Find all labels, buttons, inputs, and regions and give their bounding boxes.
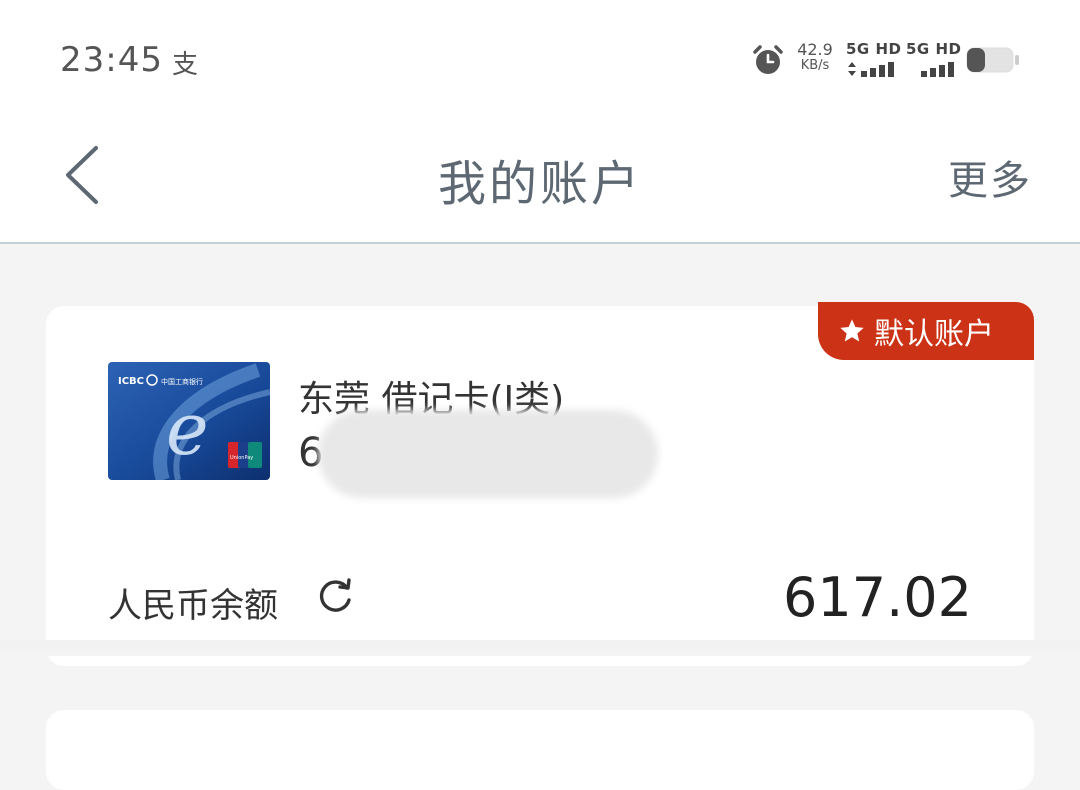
card-bank-text: 中国工商银行 [161, 377, 203, 386]
card-brand-text: ICBC [118, 376, 144, 387]
sim2-label: 5G HD [906, 40, 962, 58]
section-divider [0, 640, 1080, 656]
nav-bar: 我的账户 更多 [0, 120, 1080, 244]
sim1-label: 5G HD [846, 40, 902, 58]
net-speed-unit: KB/s [800, 58, 830, 73]
status-bar: 23:45 支 42.9 KB/s 5G HD 5G HD [0, 0, 1080, 120]
page-title: 我的账户 [437, 156, 642, 212]
star-icon [838, 317, 866, 345]
signal-icon [848, 62, 894, 77]
alipay-icon: 支 [172, 50, 199, 80]
unionpay-text: UnionPay [230, 455, 253, 461]
card-number-mask [318, 410, 658, 498]
secondary-card[interactable] [46, 710, 1034, 790]
refresh-icon[interactable] [316, 576, 356, 616]
status-time: 23:45 [60, 40, 163, 80]
default-account-label: 默认账户 [874, 317, 994, 352]
sim1-signal: 5G HD [846, 40, 902, 78]
balance-amount: 617.02 [783, 566, 972, 629]
net-speed: 42.9 KB/s [792, 42, 838, 74]
bank-card-image: e ICBC 中国工商银行 UnionPay [108, 362, 270, 480]
more-button[interactable]: 更多 [948, 148, 1032, 206]
default-account-badge: 默认账户 [818, 302, 1034, 360]
signal-icon [921, 62, 954, 77]
alarm-icon [752, 44, 784, 80]
sim2-signal: 5G HD [906, 40, 962, 78]
svg-text:e: e [166, 387, 209, 471]
balance-label: 人民币余额 [108, 586, 278, 626]
battery-icon [966, 47, 1019, 73]
account-card[interactable]: 默认账户 e ICBC 中国工商银行 UnionPay 东莞 借记卡(Ⅰ类) 6… [46, 302, 1034, 666]
net-speed-value: 42.9 [797, 40, 833, 59]
